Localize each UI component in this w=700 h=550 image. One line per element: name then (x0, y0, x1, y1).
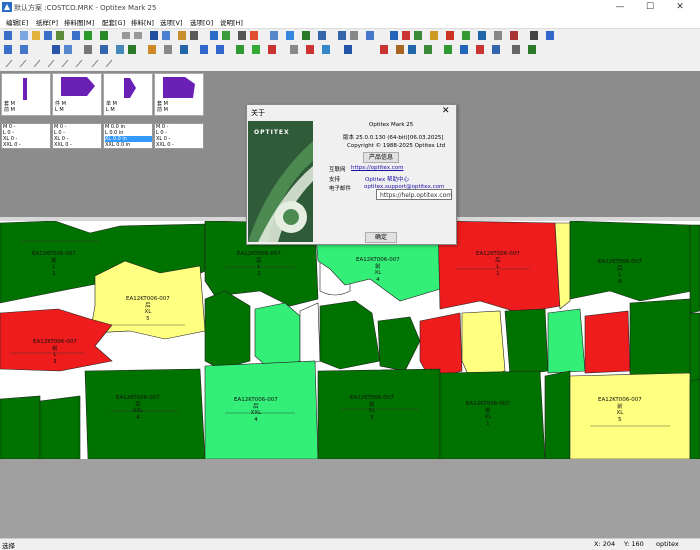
size-table-2[interactable]: M 0 - L 0 - XL 0 - XXL 0 - (52, 123, 102, 149)
marker-piece-label: EA12KT006-007 前 XL 1 (466, 401, 510, 427)
menu-nest[interactable]: 排料[N] (131, 17, 154, 27)
size-table-3[interactable]: M 0.0 in L 0.0 in XL 0.0 in XXL 0.0 in (103, 123, 153, 149)
toolbar-icons-3[interactable] (0, 57, 700, 70)
product-info-button[interactable]: 产品信息 (363, 152, 399, 163)
window-title: 默认方案 :COSTCO.MRK - Optitex Mark 25 (14, 4, 157, 12)
marker-empty-area (0, 459, 700, 538)
status-x: X: 204 (594, 540, 616, 548)
product-name: Optitex Mark 25 (369, 122, 414, 128)
marker-pieces[interactable] (0, 220, 700, 460)
menu-bar: 编辑[E] 纸样[P] 排料图[M] 配套[G] 排料[N] 选项[V] 选项[… (0, 15, 700, 29)
menu-piece[interactable]: 纸样[P] (36, 17, 58, 27)
piece-cell-4[interactable]: 套 M前 M (154, 73, 204, 116)
piece-label: 套 M前 M (157, 101, 168, 113)
banner-brand: OPTITEX (254, 129, 290, 136)
menu-bundle[interactable]: 配套[G] (102, 17, 125, 27)
close-window-button[interactable]: ✕ (665, 0, 695, 15)
piece-label: 单 ML M (106, 101, 117, 113)
marker-piece-label: EA12KT006-007 后 L 2 (237, 251, 281, 277)
menu-help[interactable]: 说明[H] (220, 17, 243, 27)
toolbar-row-2 (0, 43, 700, 56)
marker-piece-label: EA12KT006-007 后 XXL 4 (234, 397, 278, 423)
version-text: 版本 25.0.0.130 (64-bit)[06.03.2025] (343, 135, 444, 141)
toolbar-row-3 (0, 57, 700, 70)
marker-canvas[interactable]: EA12KT006-007 前 L 1 EA12KT006-007 后 L 2 EA12KT… (0, 220, 700, 460)
menu-view[interactable]: 选项[V] (160, 17, 183, 27)
email-label: 电子邮件 (329, 186, 352, 192)
marker-piece-label: EA12KT006-007 前 XL 5 (598, 397, 642, 423)
toolbar-icons-1[interactable] (0, 29, 700, 42)
piece-thumbnail (23, 78, 27, 100)
marker-piece-label: EA12KT006-007 前 L 1 (32, 251, 76, 277)
marker-piece-label: EA12KT006-007 后 XXL 4 (116, 395, 160, 421)
piece-label: 套 M前 M (4, 101, 15, 113)
status-user: optitex (656, 540, 679, 548)
support-label: 支持 (329, 177, 341, 183)
size-row[interactable]: XXL 0 - (156, 142, 203, 148)
piece-cell-3[interactable]: 单 ML M (103, 73, 153, 116)
maximize-button[interactable]: ☐ (635, 0, 665, 15)
piece-label: 件 ML M (55, 101, 66, 113)
dialog-close-button[interactable]: ✕ (442, 106, 450, 116)
piece-cell-2[interactable]: 件 ML M (52, 73, 102, 116)
marker-piece-label: EA12KT006-007 前 XL 3 (350, 395, 394, 421)
link-tooltip: https://help.optitex.com (376, 189, 452, 200)
internet-label: 互联网 (329, 167, 346, 173)
piece-cell-1[interactable]: 套 M前 M (1, 73, 51, 116)
internet-link[interactable]: https://optitex.com (351, 165, 403, 171)
marker-piece-label: EA12KT006-007 后 XL 5 (126, 296, 170, 322)
piece-thumbnail (124, 78, 136, 98)
marker-piece-label: EA12KT006-007 后 L 1 (476, 251, 520, 277)
title-bar: 默认方案 :COSTCO.MRK - Optitex Mark 25 — ☐ ✕ (0, 0, 700, 15)
copyright-text: Copyright © 1988-2025 Optitex Ltd (347, 143, 446, 149)
support-link[interactable]: Optitex 帮助中心 (365, 175, 409, 183)
size-row[interactable]: XXL 0 - (54, 142, 101, 148)
ok-button[interactable]: 确定 (365, 232, 397, 243)
minimize-button[interactable]: — (605, 0, 635, 15)
menu-edit[interactable]: 编辑[E] (6, 17, 28, 27)
piece-thumbnail (61, 77, 95, 96)
status-text: 选择 (2, 542, 15, 550)
optitex-banner: OPTITEX (248, 121, 313, 242)
size-row[interactable]: XXL 0.0 in (105, 142, 152, 148)
marker-piece-label: EA12KT006-007 后 L 6 (598, 259, 642, 285)
toolbar-row-1 (0, 29, 700, 42)
size-table-1[interactable]: M 0 - L 0 - XL 0 - XXL 0 - (1, 123, 51, 149)
marker-piece-label: EA12KT006-007 前 XL 4 (356, 257, 400, 283)
dialog-title: 关于 (251, 109, 265, 117)
about-dialog: 关于 ✕ OPTITEX Optitex Mark 25 版本 25.0.0.1… (246, 104, 457, 245)
toolbar-icons-2[interactable] (0, 43, 700, 56)
piece-thumbnail (163, 77, 195, 98)
app-icon (2, 2, 12, 12)
status-bar: 选择 X: 204 Y: 160 optitex (0, 538, 700, 550)
status-y: Y: 160 (624, 540, 644, 548)
size-table-4[interactable]: M 0 - L 0 - XL 0 - XXL 0 - (154, 123, 204, 149)
optitex-logo (248, 121, 313, 242)
size-row[interactable]: XXL 0 - (3, 142, 50, 148)
menu-options[interactable]: 选项[O] (190, 17, 213, 27)
marker-piece-label: EA12KT006-007 前 L 3 (33, 339, 77, 365)
menu-marker[interactable]: 排料图[M] (64, 17, 94, 27)
